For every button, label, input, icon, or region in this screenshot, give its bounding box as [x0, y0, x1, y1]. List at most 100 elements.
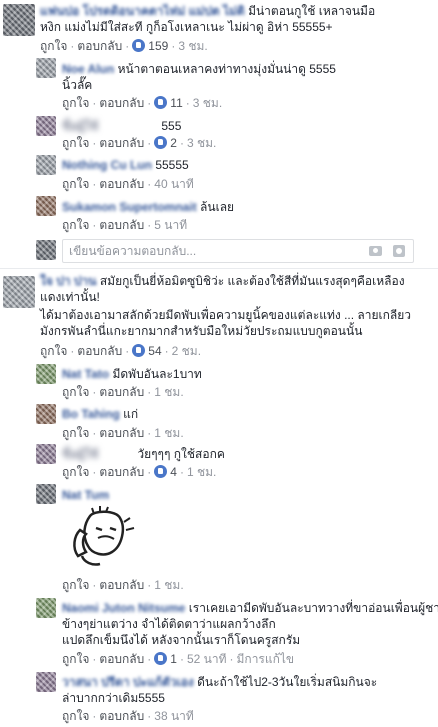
- reply-link[interactable]: ตอบกลับ: [99, 709, 144, 723]
- like-count[interactable]: 1: [170, 652, 177, 666]
- comment-text: ใจ ปา ปาน สมัยกูเป็นยี่ห้อมิตซูบิชิว่ะ แ…: [40, 273, 405, 289]
- reply-link[interactable]: ตอบกลับ: [99, 465, 144, 479]
- reply-text: Nat Tato มีดพับอันละ1บาท: [62, 366, 202, 382]
- like-link[interactable]: ถูกใจ: [62, 465, 89, 479]
- like-link[interactable]: ถูกใจ: [62, 96, 89, 110]
- timestamp[interactable]: 3 ชม.: [187, 136, 216, 150]
- timestamp[interactable]: 40 นาที: [154, 177, 194, 191]
- like-count-icon[interactable]: [154, 136, 168, 149]
- reply-link[interactable]: ตอบกลับ: [99, 385, 144, 399]
- reply-author[interactable]: Bo Tahing: [62, 406, 120, 422]
- reply-box[interactable]: [62, 239, 414, 263]
- avatar[interactable]: [36, 364, 56, 384]
- reply-text: Bo Tahing แก่: [62, 406, 138, 422]
- reply-author[interactable]: Nat Tato: [62, 366, 109, 382]
- camera-icon[interactable]: [369, 246, 382, 256]
- reply-link[interactable]: ตอบกลับ: [99, 578, 144, 592]
- reply-link[interactable]: ตอบกลับ: [99, 426, 144, 440]
- reply-actions: ถูกใจ · ตอบกลับ · 38 นาที: [62, 709, 194, 723]
- like-link[interactable]: ถูกใจ: [62, 218, 89, 232]
- reply-input[interactable]: [63, 240, 353, 262]
- reply-link[interactable]: ตอบกลับ: [77, 39, 122, 53]
- like-count-icon[interactable]: [154, 465, 168, 478]
- timestamp[interactable]: 38 นาที: [154, 709, 194, 723]
- timestamp[interactable]: 1 ชม.: [154, 426, 183, 440]
- comment-body-line4: มังกรพันลำนี่แกะยากมากสำหรับมือใหม่วัยปร…: [40, 324, 363, 338]
- reply-body-line3: แปดลึกเข็มนึงได้ หลังจากนั้นเราก็โดนครูส…: [62, 633, 301, 647]
- timestamp[interactable]: 52 นาที: [187, 652, 227, 666]
- comment-text: แฟนปอ โปรดดิอนาคตาไห่ม่ แม่ปต ไม่ติ มีน่…: [40, 3, 375, 19]
- avatar[interactable]: [36, 404, 56, 424]
- timestamp[interactable]: 1 ชม.: [154, 578, 183, 592]
- like-count-icon[interactable]: [154, 96, 168, 109]
- timestamp[interactable]: 1 ชม.: [154, 385, 183, 399]
- avatar[interactable]: [36, 116, 56, 136]
- avatar[interactable]: [3, 276, 35, 308]
- like-link[interactable]: ถูกใจ: [40, 39, 67, 53]
- reply-author[interactable]: Nat Tum: [62, 487, 109, 503]
- reply-text: ชื่อผู้ใช้ 555: [62, 118, 181, 134]
- reply-body: ดีนะถ้าใช้ไป2-3วันใยเริ่มสนิมกินจะ: [197, 675, 378, 689]
- like-count[interactable]: 2: [170, 136, 177, 150]
- like-link[interactable]: ถูกใจ: [62, 578, 89, 592]
- avatar[interactable]: [36, 196, 56, 216]
- timestamp[interactable]: 2 ชม.: [172, 344, 201, 358]
- reply-link[interactable]: ตอบกลับ: [99, 177, 144, 191]
- like-link[interactable]: ถูกใจ: [62, 136, 89, 150]
- like-link[interactable]: ถูกใจ: [62, 709, 89, 723]
- like-count[interactable]: 54: [148, 344, 161, 358]
- reply-actions: ถูกใจ · ตอบกลับ · 1 · 52 นาที · มีการแก้ไข: [62, 652, 295, 666]
- reply-link[interactable]: ตอบกลับ: [99, 218, 144, 232]
- like-link[interactable]: ถูกใจ: [62, 652, 89, 666]
- reply-author[interactable]: Naomi Juton Nitsume: [62, 600, 185, 616]
- sticker-icon[interactable]: [393, 245, 405, 257]
- edited-label[interactable]: มีการแก้ไข: [237, 652, 295, 666]
- reply-body: เราเคยเอามีดพับอันละบาทวางที่ขาอ่อนเพื่อ…: [188, 601, 438, 615]
- timestamp[interactable]: 1 ชม.: [187, 465, 216, 479]
- timestamp[interactable]: 3 ชม.: [178, 39, 207, 53]
- reply-text: Nat Tum: [62, 487, 109, 503]
- reply-actions: ถูกใจ · ตอบกลับ · 11 · 3 ชม.: [62, 96, 223, 110]
- divider: [0, 268, 438, 269]
- comment-body-line2: หงิก แม่งไม่มีใส่สะที กูก็อโงเหลาเนะ ไม่…: [40, 20, 333, 34]
- comment-body-line2: แดงเท่านั้น!: [40, 290, 100, 304]
- reply-text: วาสนา ปรีดา ปะแก้ตัวเอง ดีนะถ้าใช้ไป2-3ว…: [62, 674, 377, 690]
- like-count[interactable]: 4: [170, 465, 177, 479]
- reply-link[interactable]: ตอบกลับ: [99, 136, 144, 150]
- sticker-image[interactable]: [64, 506, 144, 570]
- avatar[interactable]: [36, 484, 56, 504]
- like-count-icon[interactable]: [132, 39, 146, 52]
- comment-author[interactable]: ใจ ปา ปาน: [40, 273, 96, 289]
- avatar: [36, 240, 56, 260]
- like-count-icon[interactable]: [132, 344, 146, 357]
- avatar[interactable]: [3, 4, 35, 36]
- like-link[interactable]: ถูกใจ: [62, 177, 89, 191]
- reply-link[interactable]: ตอบกลับ: [99, 652, 144, 666]
- like-link[interactable]: ถูกใจ: [62, 385, 89, 399]
- like-link[interactable]: ถูกใจ: [40, 344, 67, 358]
- like-count[interactable]: 159: [148, 39, 168, 53]
- avatar[interactable]: [36, 598, 56, 618]
- timestamp[interactable]: 3 ชม.: [193, 96, 222, 110]
- reply-link[interactable]: ตอบกลับ: [99, 96, 144, 110]
- reply-actions: ถูกใจ · ตอบกลับ · 1 ชม.: [62, 385, 184, 399]
- reply-author[interactable]: Noe Alun: [62, 61, 114, 77]
- avatar[interactable]: [36, 155, 56, 175]
- reply-link[interactable]: ตอบกลับ: [77, 344, 122, 358]
- avatar[interactable]: [36, 672, 56, 692]
- reply-author[interactable]: ชื่อผู้ใช้: [62, 446, 134, 462]
- like-count-icon[interactable]: [154, 652, 168, 665]
- comment-author[interactable]: แฟนปอ โปรดดิอนาคตาไห่ม่ แม่ปต ไม่ติ: [40, 3, 245, 19]
- avatar[interactable]: [36, 58, 56, 78]
- reply-actions: ถูกใจ · ตอบกลับ · 2 · 3 ชม.: [62, 136, 217, 150]
- reply-author[interactable]: Sukamon Supertomnait: [62, 199, 197, 215]
- comment-actions: ถูกใจ · ตอบกลับ · 54 · 2 ชม.: [40, 344, 202, 358]
- like-link[interactable]: ถูกใจ: [62, 426, 89, 440]
- avatar[interactable]: [36, 444, 56, 464]
- reply-body: 555: [161, 119, 182, 133]
- timestamp[interactable]: 5 นาที: [154, 218, 187, 232]
- like-count[interactable]: 11: [170, 96, 182, 110]
- reply-author[interactable]: Nothing Cu Lun: [62, 157, 152, 173]
- reply-author[interactable]: วาสนา ปรีดา ปะแก้ตัวเอง: [62, 674, 194, 690]
- reply-author[interactable]: ชื่อผู้ใช้: [62, 118, 158, 134]
